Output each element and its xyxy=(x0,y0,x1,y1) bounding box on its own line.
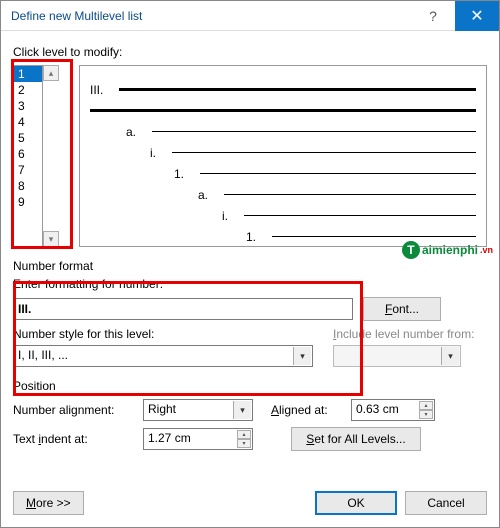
number-alignment-combo[interactable]: Right ▾ xyxy=(143,399,253,421)
preview-bar xyxy=(172,152,476,153)
preview-row xyxy=(90,103,476,118)
font-button[interactable]: Font... xyxy=(363,297,441,321)
chevron-down-icon: ▾ xyxy=(293,347,311,365)
level-scroll-down[interactable]: ▾ xyxy=(43,231,59,247)
spin-down-icon[interactable]: ▾ xyxy=(419,410,433,419)
enter-formatting-label: Enter formatting for number: xyxy=(13,277,487,291)
include-level-combo: ▾ xyxy=(333,345,461,367)
preview-bar xyxy=(200,173,476,174)
level-item-3[interactable]: 3 xyxy=(14,98,42,114)
preview-row: a. xyxy=(90,124,476,139)
preview-row: a. xyxy=(90,187,476,202)
preview-row: 1. xyxy=(90,166,476,181)
ok-button[interactable]: OK xyxy=(315,491,397,515)
preview-row: i. xyxy=(90,208,476,223)
preview-label: i. xyxy=(150,146,156,160)
titlebar-title: Define new Multilevel list xyxy=(11,9,142,23)
preview-bar xyxy=(224,194,476,195)
preview-row: i. xyxy=(90,145,476,160)
preview-label: 1. xyxy=(246,230,256,244)
level-item-7[interactable]: 7 xyxy=(14,162,42,178)
level-list-column: 123456789 ▴ ▾ xyxy=(13,65,69,247)
click-level-label: Click level to modify: xyxy=(13,45,487,59)
preview-bar xyxy=(272,236,476,237)
preview-bar xyxy=(152,131,476,132)
preview-row: 1. xyxy=(90,229,476,244)
text-indent-spin[interactable]: 1.27 cm ▴▾ xyxy=(143,428,253,450)
number-style-label: Number style for this level: xyxy=(13,327,313,341)
aligned-at-value: 0.63 cm xyxy=(356,402,399,416)
close-button[interactable]: ✕ xyxy=(455,1,499,31)
position-group-label: Position xyxy=(13,379,487,393)
chevron-down-icon: ▾ xyxy=(441,347,459,365)
include-level-label: Include level number from: xyxy=(333,327,487,341)
preview-label: 1. xyxy=(174,167,184,181)
number-alignment-label: Number alignment: xyxy=(13,403,133,417)
text-indent-label: Text indent at: xyxy=(13,432,133,446)
preview-bar xyxy=(90,109,476,112)
dialog-buttons: More >> OK Cancel xyxy=(1,481,499,527)
level-item-8[interactable]: 8 xyxy=(14,178,42,194)
cancel-button[interactable]: Cancel xyxy=(405,491,487,515)
preview-row: III. xyxy=(90,82,476,97)
aligned-at-label: Aligned at: xyxy=(271,403,341,417)
dialog-body: Click level to modify: 123456789 ▴ ▾ III… xyxy=(1,31,499,481)
level-item-1[interactable]: 1 xyxy=(14,66,42,82)
preview-bar xyxy=(244,215,476,216)
set-for-all-levels-button[interactable]: Set for All Levels... xyxy=(291,427,421,451)
aligned-at-spin[interactable]: 0.63 cm ▴▾ xyxy=(351,399,435,421)
level-item-5[interactable]: 5 xyxy=(14,130,42,146)
spin-up-icon[interactable]: ▴ xyxy=(237,430,251,439)
level-scroll-up[interactable]: ▴ xyxy=(43,65,59,81)
level-item-9[interactable]: 9 xyxy=(14,194,42,210)
level-list[interactable]: 123456789 xyxy=(13,65,43,247)
level-item-2[interactable]: 2 xyxy=(14,82,42,98)
dialog-define-multilevel-list: Define new Multilevel list ? ✕ Click lev… xyxy=(0,0,500,528)
enter-formatting-input[interactable] xyxy=(13,298,353,320)
help-button[interactable]: ? xyxy=(411,1,455,31)
number-style-combo[interactable]: I, II, III, ... ▾ xyxy=(13,345,313,367)
number-format-group-label: Number format xyxy=(13,259,487,273)
preview-bar xyxy=(119,88,476,91)
text-indent-value: 1.27 cm xyxy=(148,431,191,445)
titlebar: Define new Multilevel list ? ✕ xyxy=(1,1,499,31)
spin-up-icon[interactable]: ▴ xyxy=(419,401,433,410)
preview-label: III. xyxy=(90,83,103,97)
level-item-6[interactable]: 6 xyxy=(14,146,42,162)
preview-label: i. xyxy=(222,209,228,223)
preview-pane: III.a.i.1.a.i.1.a.i. xyxy=(79,65,487,247)
level-list-scroll: ▴ ▾ xyxy=(43,65,59,247)
chevron-down-icon: ▾ xyxy=(233,401,251,419)
level-item-4[interactable]: 4 xyxy=(14,114,42,130)
more-button[interactable]: More >> xyxy=(13,491,84,515)
number-alignment-value: Right xyxy=(148,402,176,416)
preview-label: a. xyxy=(198,188,208,202)
number-style-value: I, II, III, ... xyxy=(18,348,68,362)
spin-down-icon[interactable]: ▾ xyxy=(237,439,251,448)
preview-label: a. xyxy=(126,125,136,139)
